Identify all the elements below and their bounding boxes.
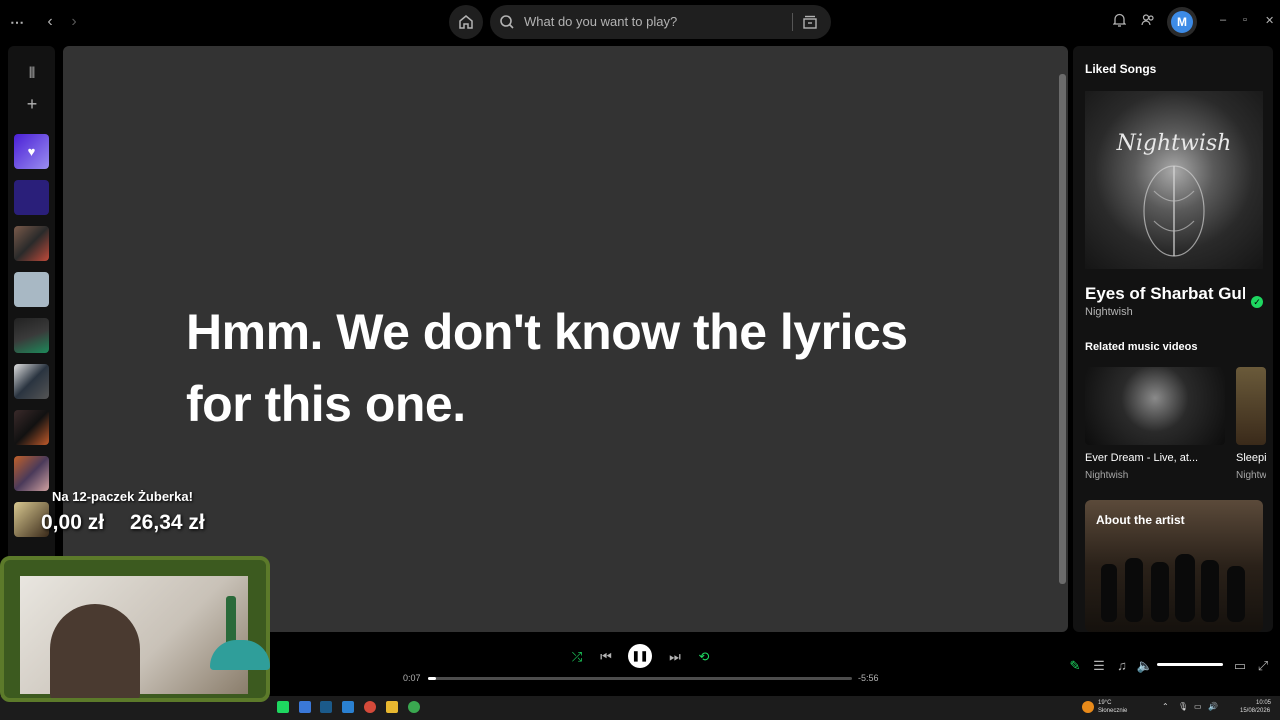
search-icon [500, 15, 514, 29]
home-icon [459, 15, 473, 29]
playlist-tile[interactable] [14, 456, 49, 491]
queue-icon[interactable]: ☰ [1090, 657, 1108, 675]
elapsed-time: 0:07 [403, 673, 421, 683]
panel-header[interactable]: Liked Songs [1085, 62, 1156, 76]
scrollbar[interactable] [1059, 74, 1066, 584]
avatar: M [1171, 11, 1193, 33]
lyrics-view: Hmm. We don't know the lyrics for this o… [63, 46, 1068, 632]
cover-logo-text: Nightwish [1116, 131, 1232, 156]
create-playlist-icon[interactable]: + [22, 94, 42, 114]
volume-icon[interactable]: 🔈 [1136, 657, 1154, 675]
about-artist-card[interactable]: About the artist [1085, 500, 1263, 632]
forward-arrow-icon[interactable]: › [66, 12, 82, 32]
miniplayer-icon[interactable]: ▭ [1231, 657, 1249, 675]
playlist-tile[interactable] [14, 318, 49, 353]
connect-device-icon[interactable]: ♫ [1113, 657, 1131, 675]
video-title[interactable]: Sleeping Sun [1236, 452, 1266, 464]
library-icon[interactable]: ⫴ [22, 64, 42, 84]
back-arrow-icon[interactable]: ‹ [42, 12, 58, 32]
track-title[interactable]: Eyes of Sharbat Gula [1085, 284, 1245, 304]
video-title[interactable]: Ever Dream - Live, at... [1085, 452, 1225, 464]
speaker-icon[interactable]: 🔊 [1208, 703, 1218, 711]
heart-icon: ♥ [27, 144, 36, 159]
webcam-overlay [0, 556, 270, 702]
no-lyrics-message: Hmm. We don't know the lyrics for this o… [186, 304, 908, 432]
clock-time: 10:05 [1256, 700, 1272, 706]
related-videos-header: Related music videos [1085, 341, 1198, 353]
clock-date: 15/08/2026 [1240, 708, 1271, 714]
more-options-icon[interactable]: ⋯ [8, 12, 26, 32]
library-sidebar: ⫴ + ♥ [8, 46, 55, 632]
network-icon[interactable]: ▭ [1194, 703, 1202, 711]
home-button[interactable] [449, 5, 483, 39]
playlist-tile[interactable] [14, 364, 49, 399]
folder-taskbar-icon[interactable] [386, 701, 398, 713]
volume-slider[interactable] [1157, 663, 1223, 666]
repeat-icon[interactable]: ⟲ [695, 648, 713, 666]
playlist-tile[interactable] [14, 272, 49, 307]
chrome-taskbar-icon[interactable] [408, 701, 420, 713]
liked-songs-tile[interactable]: ♥ [14, 134, 49, 169]
pause-icon: ❚❚ [631, 650, 649, 662]
lyrics-icon[interactable]: ✎ [1066, 657, 1084, 675]
playlist-tile[interactable] [14, 180, 49, 215]
track-artist[interactable]: Nightwish [1085, 306, 1133, 318]
video-artist[interactable]: Nightwish [1236, 470, 1266, 481]
previous-track-icon[interactable]: ⏮ [597, 648, 615, 666]
weather-icon[interactable] [1082, 701, 1094, 713]
playlist-tile[interactable] [14, 226, 49, 261]
steam-taskbar-icon[interactable] [320, 701, 332, 713]
weather-temp: 19°C [1098, 700, 1112, 706]
maximize-icon[interactable]: ▫ [1243, 14, 1247, 26]
app-taskbar-icon[interactable] [299, 701, 311, 713]
video-artist[interactable]: Nightwish [1085, 470, 1225, 481]
donation-target: 26,34 zł [130, 511, 205, 534]
chrome-taskbar-icon[interactable] [364, 701, 376, 713]
streamer [50, 604, 140, 698]
remaining-time: -5:56 [858, 673, 879, 683]
bell-icon[interactable] [1111, 12, 1127, 32]
playlist-tile[interactable] [14, 410, 49, 445]
mic-icon[interactable]: 🎙 [1178, 703, 1188, 711]
browse-icon[interactable] [802, 14, 818, 30]
top-bar: ⋯ ‹ › What do you want to play? M – ▫ ✕ [0, 0, 1280, 45]
cover-art-ornament [1143, 165, 1205, 257]
weather-desc: Słonecznie [1098, 708, 1128, 714]
band-photo [1101, 554, 1245, 622]
donation-goal-title: Na 12-paczek Żuberka! [52, 489, 193, 504]
donation-current: 0,00 zł [41, 511, 105, 534]
video-thumbnail[interactable] [1085, 367, 1225, 445]
search-bar[interactable]: What do you want to play? [490, 5, 831, 39]
search-input[interactable]: What do you want to play? [524, 14, 677, 29]
album-cover: Nightwish [1085, 91, 1263, 269]
shuffle-icon[interactable]: ⤮ [568, 648, 586, 666]
liked-check-icon[interactable]: ✓ [1251, 296, 1263, 308]
fullscreen-icon[interactable]: ⤢ [1254, 657, 1272, 675]
now-playing-panel: Liked Songs Nightwish Eyes of Sharbat Gu… [1073, 46, 1273, 632]
pause-button[interactable]: ❚❚ [628, 644, 652, 668]
mail-taskbar-icon[interactable] [342, 701, 354, 713]
user-avatar-button[interactable]: M [1167, 7, 1197, 37]
bottle [226, 596, 236, 646]
next-track-icon[interactable]: ⏭ [666, 648, 684, 666]
friend-activity-icon[interactable] [1140, 12, 1156, 32]
tray-chevron-icon[interactable]: ⌃ [1162, 703, 1169, 711]
about-artist-header: About the artist [1096, 513, 1185, 527]
minimize-icon[interactable]: – [1220, 14, 1226, 26]
progress-bar[interactable] [428, 677, 852, 680]
search-divider [792, 13, 793, 31]
spotify-taskbar-icon[interactable] [277, 701, 289, 713]
progress-fill [428, 677, 437, 680]
close-icon[interactable]: ✕ [1265, 14, 1274, 27]
video-thumbnail[interactable] [1236, 367, 1266, 445]
webcam-feed [20, 576, 248, 698]
